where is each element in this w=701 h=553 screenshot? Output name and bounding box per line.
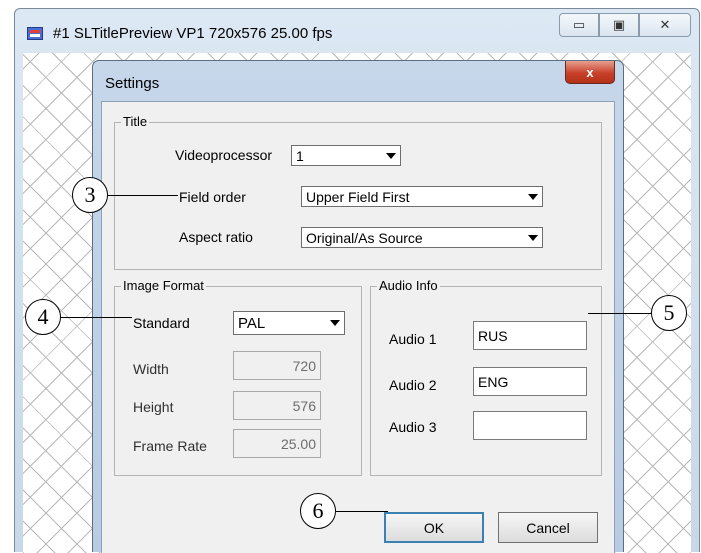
dialog-client-area: Title Videoprocessor 1 Field order Upper… (101, 101, 615, 553)
callout-6: 6 (300, 493, 336, 529)
ok-button[interactable]: OK (384, 512, 484, 543)
audio3-field[interactable] (473, 411, 587, 440)
audio-info-group: Audio Info Audio 1 Audio 2 Audio 3 (370, 278, 602, 476)
audio1-field[interactable] (473, 321, 587, 350)
standard-value: PAL (238, 315, 266, 332)
title-group: Title Videoprocessor 1 Field order Upper… (114, 114, 602, 270)
frame-rate-field (233, 429, 321, 458)
cancel-button[interactable]: Cancel (498, 512, 598, 543)
aspect-ratio-label: Aspect ratio (179, 229, 253, 245)
width-field (233, 351, 321, 380)
image-format-group: Image Format Standard PAL Width Height F… (114, 278, 362, 476)
width-label: Width (133, 361, 169, 377)
field-order-label: Field order (179, 189, 246, 205)
callout-5-line (588, 313, 651, 314)
dialog-title: Settings (105, 75, 160, 92)
app-icon (27, 27, 43, 40)
height-label: Height (133, 399, 174, 415)
caption-buttons: ▭ ▣ ✕ (559, 13, 691, 37)
callout-5: 5 (651, 295, 687, 331)
standard-select[interactable]: PAL (233, 311, 345, 335)
callout-3: 3 (72, 177, 108, 213)
standard-label: Standard (133, 315, 190, 331)
dialog-close-button[interactable]: x (565, 61, 615, 84)
aspect-ratio-select[interactable]: Original/As Source (301, 227, 543, 248)
frame-rate-label: Frame Rate (133, 438, 207, 454)
field-order-select[interactable]: Upper Field First (301, 186, 543, 207)
audio2-label: Audio 2 (389, 377, 437, 393)
title-group-label: Title (121, 114, 150, 130)
videoprocessor-value: 1 (296, 148, 304, 164)
minimize-button[interactable]: ▭ (559, 13, 599, 37)
chevron-down-icon[interactable] (326, 314, 343, 331)
maximize-button[interactable]: ▣ (599, 13, 639, 37)
field-order-value: Upper Field First (306, 189, 410, 205)
videoprocessor-select[interactable]: 1 (291, 145, 401, 166)
videoprocessor-label: Videoprocessor (175, 147, 273, 163)
settings-dialog: Settings x Title Videoprocessor 1 Field … (92, 60, 624, 553)
image-format-label: Image Format (121, 278, 206, 294)
chevron-down-icon[interactable] (524, 188, 541, 205)
audio-info-label: Audio Info (377, 278, 440, 294)
preview-window-title: #1 SLTitlePreview VP1 720x576 25.00 fps (53, 25, 333, 42)
height-field (233, 391, 321, 420)
close-window-button[interactable]: ✕ (639, 13, 691, 37)
callout-4-line (60, 317, 132, 318)
callout-4: 4 (25, 299, 61, 335)
audio3-label: Audio 3 (389, 419, 437, 435)
callout-6-line (336, 511, 388, 512)
aspect-ratio-value: Original/As Source (306, 230, 423, 246)
audio2-field[interactable] (473, 367, 587, 396)
chevron-down-icon[interactable] (382, 147, 399, 164)
audio1-label: Audio 1 (389, 331, 437, 347)
chevron-down-icon[interactable] (524, 229, 541, 246)
preview-window-titlebar[interactable]: #1 SLTitlePreview VP1 720x576 25.00 fps … (15, 9, 699, 53)
callout-3-line (108, 195, 178, 196)
